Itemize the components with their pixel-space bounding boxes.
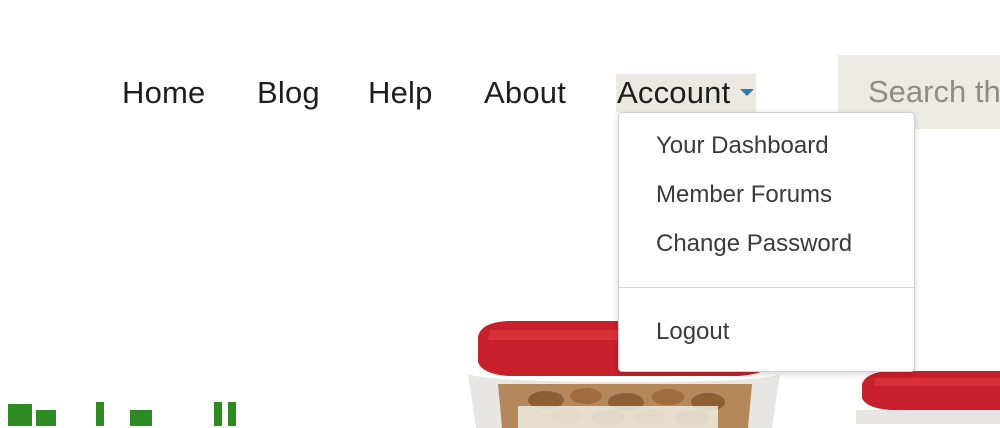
headline-partial-graphic [8, 402, 236, 426]
menu-item-logout[interactable]: Logout [656, 317, 729, 347]
account-dropdown-menu: Your Dashboard Member Forums Change Pass… [618, 112, 915, 372]
food-container-image-2 [856, 371, 1000, 424]
menu-divider [619, 287, 914, 288]
menu-item-change-password[interactable]: Change Password [656, 229, 852, 259]
nav-link-blog[interactable]: Blog [257, 72, 320, 114]
nav-link-about[interactable]: About [484, 72, 566, 114]
nav-link-help[interactable]: Help [368, 72, 433, 114]
menu-item-your-dashboard[interactable]: Your Dashboard [656, 131, 829, 161]
nav-account-toggle[interactable]: Account [616, 74, 757, 112]
menu-item-member-forums[interactable]: Member Forums [656, 180, 832, 210]
caret-down-icon [740, 89, 755, 97]
nav-link-home[interactable]: Home [122, 72, 206, 114]
nav-account-label: Account [617, 75, 731, 110]
